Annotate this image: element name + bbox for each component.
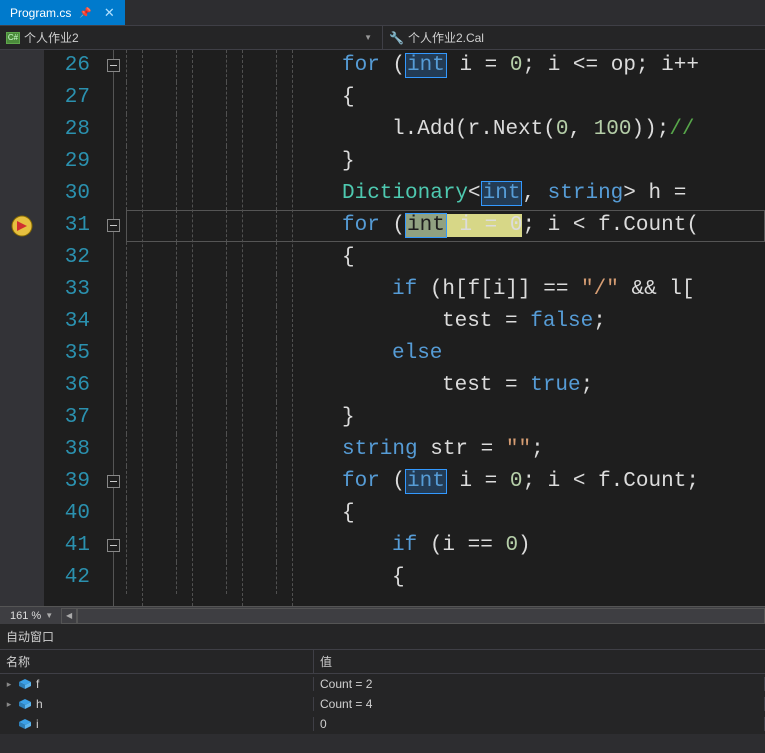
variable-icon (18, 718, 32, 730)
code-line[interactable]: Dictionary<int, string> h = (126, 178, 765, 210)
pin-icon[interactable]: 📌 (79, 8, 91, 19)
code-line[interactable]: if (i == 0) (126, 530, 765, 562)
autos-row[interactable]: ▸ f Count = 2 (0, 674, 765, 694)
scroll-left-button[interactable]: ◀ (61, 608, 77, 624)
debug-current-arrow (11, 215, 33, 237)
navigation-bar: C# 个人作业2 ▼ 🔧 个人作业2.Cal (0, 26, 765, 50)
line-number: 35 (44, 338, 90, 370)
code-line[interactable]: for (int i = 0; i <= op; i++ (126, 50, 765, 82)
code-line[interactable]: { (126, 82, 765, 114)
line-number: 39 (44, 466, 90, 498)
line-number: 31 (44, 210, 90, 242)
variable-value: 0 (314, 717, 765, 731)
line-number: 34 (44, 306, 90, 338)
autos-row[interactable]: i 0 (0, 714, 765, 734)
variable-icon (18, 698, 32, 710)
code-line[interactable]: if (h[f[i]] == "/" && l[ (126, 274, 765, 306)
line-number: 29 (44, 146, 90, 178)
line-number: 36 (44, 370, 90, 402)
variable-name: h (36, 697, 43, 711)
code-line[interactable]: string str = ""; (126, 434, 765, 466)
variable-icon (18, 678, 32, 690)
line-number: 32 (44, 242, 90, 274)
code-line[interactable]: } (126, 146, 765, 178)
line-number: 40 (44, 498, 90, 530)
line-number: 30 (44, 178, 90, 210)
autos-header-name[interactable]: 名称 (0, 650, 314, 673)
line-number: 37 (44, 402, 90, 434)
autos-row[interactable]: ▸ h Count = 4 (0, 694, 765, 714)
nav-left-label: 个人作业2 (24, 29, 79, 46)
nav-right-label: 个人作业2.Cal (408, 29, 484, 46)
zoom-dropdown[interactable]: 161 % ▼ (0, 610, 61, 622)
horizontal-scrollbar[interactable] (77, 608, 765, 624)
variable-name: i (36, 717, 39, 731)
indent-guide (292, 50, 293, 606)
chevron-down-icon: ▼ (45, 611, 53, 620)
autos-panel: 自动窗口 名称 值 ▸ f Count = 2 ▸ h Count = 4 i (0, 624, 765, 734)
code-line[interactable]: { (126, 242, 765, 274)
code-content[interactable]: 🪛 for (int i = 0; i <= op; i++{l.Add(r.N… (126, 50, 765, 606)
glyph-margin[interactable] (0, 50, 44, 606)
autos-header: 名称 值 (0, 650, 765, 674)
fold-toggle[interactable] (107, 475, 120, 488)
tab-filename: Program.cs (10, 6, 71, 20)
code-line[interactable]: test = false; (126, 306, 765, 338)
code-line[interactable]: } (126, 402, 765, 434)
expand-toggle[interactable]: ▸ (4, 679, 14, 690)
nav-left-dropdown[interactable]: C# 个人作业2 ▼ (0, 26, 383, 49)
code-line[interactable]: test = true; (126, 370, 765, 402)
fold-toggle[interactable] (107, 219, 120, 232)
indent-guide (242, 50, 243, 606)
line-number: 26 (44, 50, 90, 82)
fold-toggle[interactable] (107, 59, 120, 72)
autos-header-value[interactable]: 值 (314, 650, 765, 673)
line-number: 27 (44, 82, 90, 114)
chevron-down-icon: ▼ (364, 33, 376, 42)
expand-toggle (4, 719, 14, 729)
autos-title: 自动窗口 (0, 624, 765, 650)
code-line[interactable]: l.Add(r.Next(0, 100));// (126, 114, 765, 146)
line-numbers: 2627282930313233343536373839404142 (44, 50, 104, 606)
variable-value: Count = 4 (314, 697, 765, 711)
code-line[interactable]: else (126, 338, 765, 370)
code-line[interactable]: for (int i = 0; i < f.Count; (126, 466, 765, 498)
zoom-level: 161 % (10, 610, 41, 622)
line-number: 33 (44, 274, 90, 306)
line-number: 41 (44, 530, 90, 562)
csharp-icon: C# (6, 32, 20, 44)
code-editor[interactable]: 2627282930313233343536373839404142 🪛 for… (0, 50, 765, 606)
folding-column[interactable] (104, 50, 126, 606)
tab-bar: Program.cs 📌 ✕ (0, 0, 765, 26)
code-line[interactable]: { (126, 562, 765, 594)
line-number: 42 (44, 562, 90, 594)
close-icon[interactable]: ✕ (100, 5, 119, 21)
indent-guide (192, 50, 193, 606)
line-number: 28 (44, 114, 90, 146)
variable-name: f (36, 677, 39, 691)
wrench-icon: 🔧 (389, 31, 404, 45)
editor-footer: 161 % ▼ ◀ (0, 606, 765, 624)
file-tab[interactable]: Program.cs 📌 ✕ (0, 0, 125, 25)
code-line[interactable]: for (int i = 0; i < f.Count( (126, 210, 765, 242)
indent-guide (142, 50, 143, 606)
variable-value: Count = 2 (314, 677, 765, 691)
line-number: 38 (44, 434, 90, 466)
code-line[interactable]: { (126, 498, 765, 530)
expand-toggle[interactable]: ▸ (4, 699, 14, 710)
fold-toggle[interactable] (107, 539, 120, 552)
nav-right-dropdown[interactable]: 🔧 个人作业2.Cal (383, 26, 765, 49)
